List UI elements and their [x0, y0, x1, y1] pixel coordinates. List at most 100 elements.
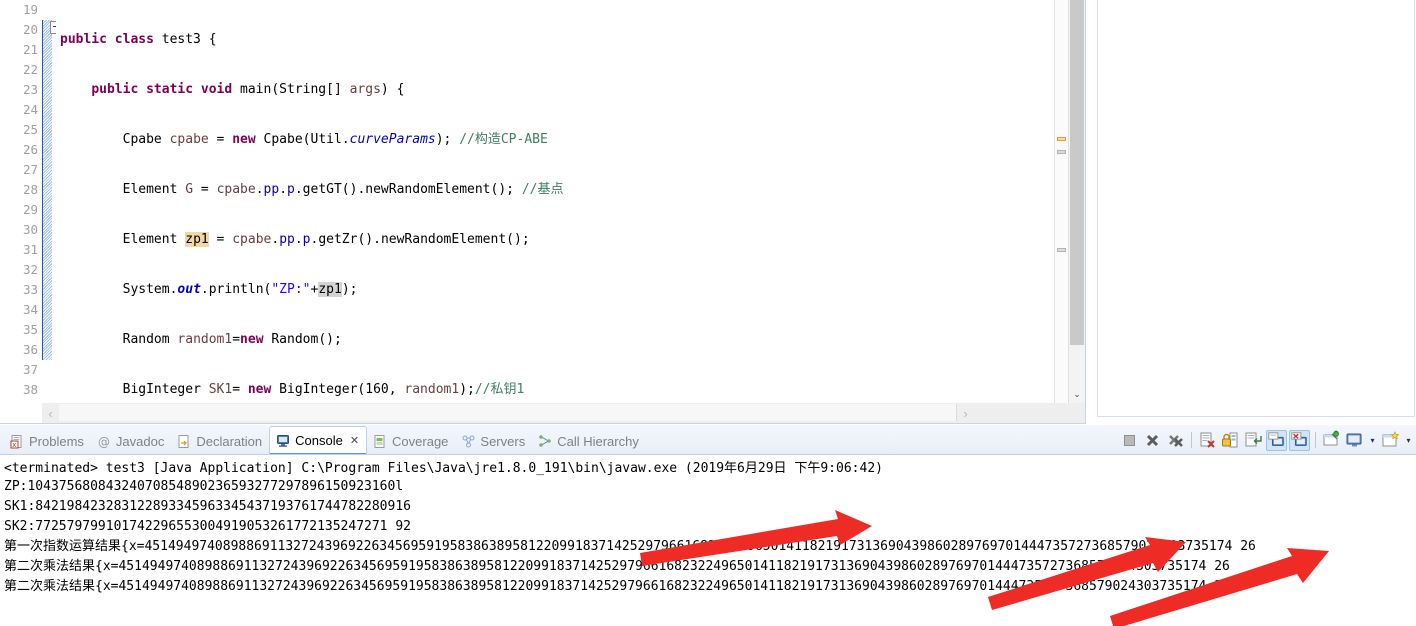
console-toolbar: ▾ ▾: [1119, 428, 1414, 452]
console-line: 第二次乘法结果{x=451494974089886911327243969226…: [4, 579, 1230, 594]
line-number: 25: [22, 122, 38, 137]
code-area[interactable]: public class test3 { public static void …: [56, 0, 1085, 403]
tab-declaration[interactable]: Declaration: [171, 428, 269, 454]
editor-vertical-scrollbar[interactable]: ⌄: [1068, 0, 1085, 403]
vertical-scrollbar-thumb[interactable]: [1070, 0, 1084, 345]
line-number: 31: [22, 242, 38, 257]
code-line: Element zp1 = cpabe.pp.p.getZr().newRand…: [122, 232, 530, 247]
toolbar-separator: [1315, 432, 1316, 448]
code-line: System.out.println("ZP:"+zp1);: [122, 282, 358, 297]
tab-label: Console: [295, 433, 343, 448]
line-number: 19: [22, 2, 38, 17]
code-line: public static void main(String[] args) {: [91, 82, 405, 97]
right-side-view[interactable]: [1087, 0, 1416, 424]
console-status-line: <terminated> test3 [Java Application] C:…: [0, 455, 1416, 477]
line-number: 23: [22, 82, 38, 97]
clear-console-button[interactable]: [1197, 430, 1218, 451]
eclipse-ide-window: 19 20 21 22 23 24 25 26 27 28 29 30 31 3…: [0, 0, 1416, 626]
svg-text:x: x: [12, 441, 16, 449]
scroll-down-icon[interactable]: ⌄: [1069, 386, 1085, 403]
line-number: 32: [22, 262, 38, 277]
changed-lines-bar: [42, 20, 52, 360]
tab-servers[interactable]: Servers: [455, 428, 532, 454]
console-line: 第一次指数运算结果{x=4514949740898869113272439692…: [4, 539, 1256, 554]
toolbar-separator: [1191, 432, 1192, 448]
remove-launch-button[interactable]: [1142, 430, 1163, 451]
tab-label: Servers: [480, 433, 526, 449]
pin-console-button[interactable]: [1321, 430, 1342, 451]
code-line: Random random1=new Random();: [122, 332, 342, 347]
chevron-down-icon[interactable]: ▾: [1367, 430, 1378, 451]
occurrence-marker[interactable]: [1057, 150, 1066, 154]
scroll-left-icon[interactable]: ‹: [42, 403, 59, 423]
line-number: 22: [22, 62, 38, 77]
terminate-button[interactable]: [1119, 430, 1140, 451]
line-number: 27: [22, 162, 38, 177]
editor-body: 19 20 21 22 23 24 25 26 27 28 29 30 31 3…: [0, 0, 1085, 403]
line-number: 36: [22, 342, 38, 357]
line-number: 20: [22, 22, 38, 37]
code-line: BigInteger SK1= new BigInteger(160, rand…: [122, 382, 525, 397]
show-console-on-output-button[interactable]: [1266, 429, 1287, 451]
word-wrap-button[interactable]: [1243, 430, 1264, 451]
java-editor[interactable]: 19 20 21 22 23 24 25 26 27 28 29 30 31 3…: [0, 0, 1086, 424]
line-number: 33: [22, 282, 38, 297]
declaration-icon: [177, 434, 192, 449]
scroll-right-icon[interactable]: ›: [957, 403, 974, 423]
line-number: 24: [22, 102, 38, 117]
warning-marker[interactable]: [1057, 137, 1066, 141]
coverage-icon: [373, 434, 388, 449]
console-line: SK1:842198423283122893345963345437193761…: [4, 499, 411, 514]
tab-call-hierarchy[interactable]: Call Hierarchy: [532, 428, 646, 454]
occurrence-marker[interactable]: [1057, 248, 1066, 252]
tab-console[interactable]: Console ✕: [269, 426, 368, 454]
annotation-ruler[interactable]: [1054, 0, 1069, 403]
editor-horizontal-scrollbar[interactable]: ‹ ›: [42, 403, 1085, 423]
javadoc-icon: @: [97, 434, 112, 449]
scroll-lock-button[interactable]: [1220, 430, 1241, 451]
chevron-down-icon[interactable]: ▾: [1403, 430, 1414, 451]
tab-label: Declaration: [196, 433, 263, 449]
code-line: public class test3 {: [60, 32, 217, 47]
line-number-gutter: 19 20 21 22 23 24 25 26 27 28 29 30 31 3…: [0, 0, 42, 403]
tab-label: Javadoc: [115, 433, 165, 449]
line-number: 37: [22, 362, 38, 377]
line-number: 38: [22, 382, 38, 397]
source-code: public class test3 { public static void …: [56, 0, 1085, 403]
console-line: ZP:1043756808432407085489023659327729789…: [4, 479, 404, 494]
tab-label: Call Hierarchy: [557, 433, 639, 449]
console-icon: [276, 433, 291, 448]
tab-problems[interactable]: x Problems: [4, 428, 91, 454]
open-console-button[interactable]: [1380, 430, 1401, 451]
show-console-on-error-button[interactable]: [1289, 429, 1310, 451]
tab-coverage[interactable]: Coverage: [367, 428, 455, 454]
view-tab-bar: x Problems @ Javadoc Declaration Console…: [0, 425, 1416, 455]
tab-label: Problems: [29, 433, 84, 449]
code-line: Cpabe cpabe = new Cpabe(Util.curveParams…: [122, 132, 548, 147]
line-number: 29: [22, 202, 38, 217]
bottom-panel: x Problems @ Javadoc Declaration Console…: [0, 425, 1416, 626]
view-tabs: x Problems @ Javadoc Declaration Console…: [4, 425, 646, 454]
tab-label: Coverage: [392, 433, 449, 449]
line-number: 21: [22, 42, 38, 57]
folding-column[interactable]: [42, 0, 63, 403]
close-icon[interactable]: ✕: [350, 434, 359, 447]
console-line: SK2:772579799101742296553004919053261772…: [4, 519, 411, 534]
display-selected-console-button[interactable]: [1344, 430, 1365, 451]
line-number: 28: [22, 182, 38, 197]
problems-icon: x: [10, 434, 25, 449]
console-line: 第二次乘法结果{x=451494974089886911327243969226…: [4, 559, 1230, 574]
line-number: 26: [22, 142, 38, 157]
right-side-view-content: [1097, 0, 1415, 417]
code-line: Element G = cpabe.pp.p.getGT().newRandom…: [122, 182, 564, 197]
remove-all-terminated-button[interactable]: [1165, 430, 1186, 451]
line-number: 35: [22, 322, 38, 337]
horizontal-scrollbar-thumb[interactable]: [59, 404, 957, 421]
tab-javadoc[interactable]: @ Javadoc: [91, 428, 171, 454]
call-hierarchy-icon: [538, 434, 553, 449]
svg-text:@: @: [98, 435, 110, 449]
console-output[interactable]: ZP:1043756808432407085489023659327729789…: [0, 477, 1416, 626]
line-number: 34: [22, 302, 38, 317]
servers-icon: [461, 434, 476, 449]
line-number: 30: [22, 222, 38, 237]
